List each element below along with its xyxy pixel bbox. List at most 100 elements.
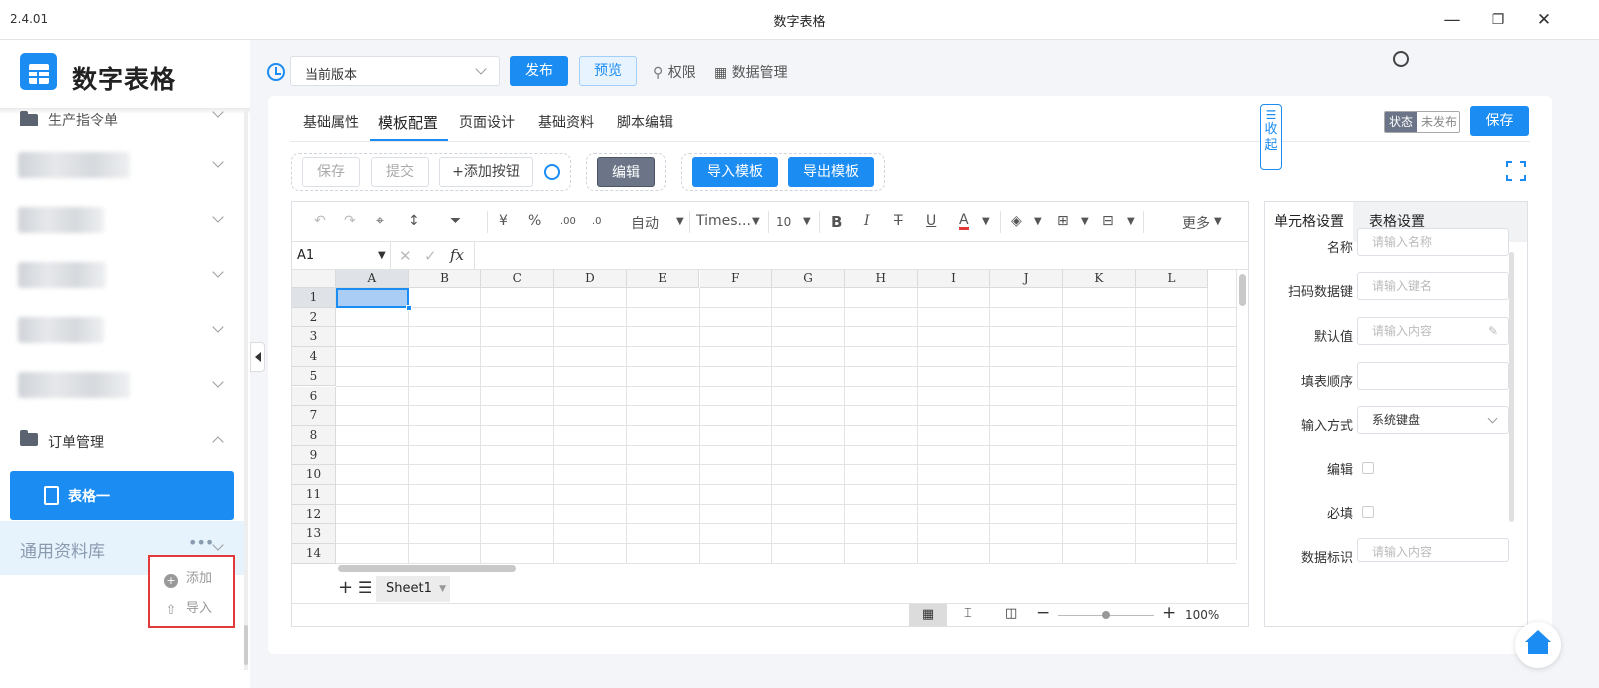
fill-handle[interactable] <box>405 304 412 311</box>
undo-icon[interactable]: ↶ <box>314 213 326 229</box>
default-value-input[interactable]: 请输入内容 ✎ <box>1357 317 1509 345</box>
column-header[interactable]: J <box>990 270 1063 288</box>
column-header[interactable]: E <box>626 270 700 288</box>
collapse-sidebar-button[interactable] <box>250 342 265 372</box>
row-header[interactable]: 1 <box>292 288 336 308</box>
data-tag-input[interactable]: 请输入内容 <box>1357 538 1509 562</box>
column-header[interactable]: F <box>699 270 773 288</box>
fill-order-input[interactable] <box>1357 362 1509 390</box>
submit-button[interactable]: 提交 <box>371 157 429 187</box>
sidebar-item-blurred-2[interactable] <box>0 195 246 247</box>
row-header[interactable]: 2 <box>292 307 336 328</box>
edit-button[interactable]: 编辑 <box>597 157 655 187</box>
more-dots-icon[interactable]: ••• <box>188 533 214 552</box>
column-header[interactable]: C <box>481 270 555 288</box>
function-icon[interactable]: fx <box>450 246 464 264</box>
row-header[interactable]: 7 <box>292 406 336 426</box>
save-button[interactable]: 保存 <box>302 157 360 187</box>
pencil-icon[interactable]: ✎ <box>1488 318 1498 344</box>
tab-script-edit[interactable]: 脚本编辑 <box>617 112 673 132</box>
row-header[interactable]: 12 <box>292 504 336 525</box>
column-header[interactable]: H <box>844 270 918 288</box>
sidebar-item-blurred-1[interactable] <box>0 140 246 192</box>
settings-gear-icon[interactable] <box>544 164 560 180</box>
sidebar-item-order-management[interactable]: 订单管理 <box>0 416 246 468</box>
gear-icon[interactable] <box>1393 51 1409 67</box>
normal-view-icon[interactable]: ▦ <box>909 604 947 626</box>
row-header[interactable]: 3 <box>292 327 336 348</box>
scan-key-input[interactable]: 请输入键名 <box>1357 272 1509 300</box>
input-method-select[interactable]: 系统键盘 <box>1357 406 1509 434</box>
zoom-in-icon[interactable]: + <box>1162 603 1176 623</box>
font-color-button[interactable]: A <box>959 213 969 230</box>
collapse-panel-button[interactable]: ☰ 收起 <box>1260 104 1282 170</box>
fullscreen-icon[interactable] <box>1506 161 1526 181</box>
publish-button[interactable]: 发布 <box>510 56 568 86</box>
font-family-select[interactable]: Times... <box>696 213 751 229</box>
cell-grid[interactable]: A B C D E F G H I J K L 1 2 3 4 5 6 7 8 9 10 11 12 13 14 <box>292 270 1236 564</box>
edit-checkbox[interactable] <box>1362 462 1374 474</box>
add-menu-item[interactable]: + 添加 <box>164 567 212 588</box>
merge-cells-icon[interactable]: ⊟ <box>1102 213 1114 229</box>
column-header[interactable]: I <box>917 270 991 288</box>
increase-decimal-icon[interactable]: .00 <box>560 216 576 227</box>
cancel-icon[interactable]: ✕ <box>399 247 412 265</box>
more-dropdown[interactable]: 更多 <box>1182 213 1210 233</box>
selected-cell[interactable] <box>336 288 409 308</box>
sort-icon[interactable]: ↕ <box>408 213 420 229</box>
export-template-button[interactable]: 导出模板 <box>788 157 874 187</box>
column-header[interactable]: D <box>554 270 627 288</box>
sidebar-item-table-one[interactable]: 表格一 <box>10 471 234 520</box>
format-brush-icon[interactable]: ⌖ <box>376 213 384 229</box>
add-sheet-icon[interactable]: + <box>338 577 353 598</box>
save-main-button[interactable]: 保存 <box>1470 106 1529 136</box>
select-all-corner[interactable] <box>292 270 336 288</box>
data-management-link[interactable]: ▦ 数据管理 <box>714 62 788 82</box>
column-header[interactable]: K <box>1063 270 1136 288</box>
zoom-slider-handle[interactable] <box>1102 611 1110 619</box>
redo-icon[interactable]: ↷ <box>344 213 356 229</box>
tab-basic-properties[interactable]: 基础属性 <box>303 112 359 132</box>
tab-basic-data[interactable]: 基础资料 <box>538 112 594 132</box>
sidebar-item-partial[interactable]: 生产指令单 <box>0 86 246 126</box>
close-button[interactable]: ✕ <box>1524 8 1564 32</box>
import-template-button[interactable]: 导入模板 <box>692 157 778 187</box>
currency-icon[interactable]: ¥ <box>499 213 508 229</box>
minimize-button[interactable]: — <box>1432 8 1472 32</box>
row-header[interactable]: 6 <box>292 386 336 407</box>
column-header[interactable]: A <box>336 270 409 288</box>
row-header[interactable]: 11 <box>292 485 336 505</box>
number-format-select[interactable]: 自动 <box>631 213 659 233</box>
confirm-icon[interactable]: ✓ <box>424 247 437 265</box>
page-layout-icon[interactable]: ◫ <box>1005 606 1017 621</box>
fill-color-icon[interactable]: ◈ <box>1011 213 1022 229</box>
tab-template-config[interactable]: 模板配置 <box>378 112 438 133</box>
sidebar-item-blurred-4[interactable] <box>0 305 246 357</box>
properties-scrollbar[interactable] <box>1509 252 1514 522</box>
row-header[interactable]: 5 <box>292 366 336 387</box>
font-size-select[interactable]: 10 <box>776 215 791 229</box>
border-icon[interactable]: ⊞ <box>1057 213 1069 229</box>
row-header[interactable]: 10 <box>292 465 336 485</box>
vertical-scrollbar[interactable] <box>1236 270 1248 560</box>
italic-button[interactable]: I <box>864 213 870 229</box>
decrease-decimal-icon[interactable]: .0 <box>592 216 602 227</box>
sheet-list-icon[interactable]: ☰ <box>358 578 372 597</box>
filter-icon[interactable]: ⏷ <box>450 213 461 229</box>
row-header[interactable]: 14 <box>292 544 336 564</box>
version-select[interactable]: 当前版本 <box>290 56 500 86</box>
column-header[interactable]: L <box>1135 270 1209 288</box>
import-menu-item[interactable]: ⇧ 导入 <box>164 597 212 618</box>
home-button[interactable] <box>1515 622 1561 668</box>
bold-button[interactable]: B <box>831 213 842 231</box>
column-header[interactable]: B <box>408 270 482 288</box>
row-header[interactable]: 8 <box>292 425 336 446</box>
sheet-tab[interactable]: Sheet1 ▼ <box>376 576 450 602</box>
row-header[interactable]: 13 <box>292 524 336 545</box>
permission-link[interactable]: ⚲ 权限 <box>653 62 696 82</box>
preview-button[interactable]: 预览 <box>579 56 637 86</box>
add-button-button[interactable]: +添加按钮 <box>439 157 533 187</box>
restore-button[interactable]: ❐ <box>1478 8 1518 32</box>
cell-reference[interactable]: A1 <box>297 248 314 263</box>
row-header[interactable]: 9 <box>292 445 336 466</box>
